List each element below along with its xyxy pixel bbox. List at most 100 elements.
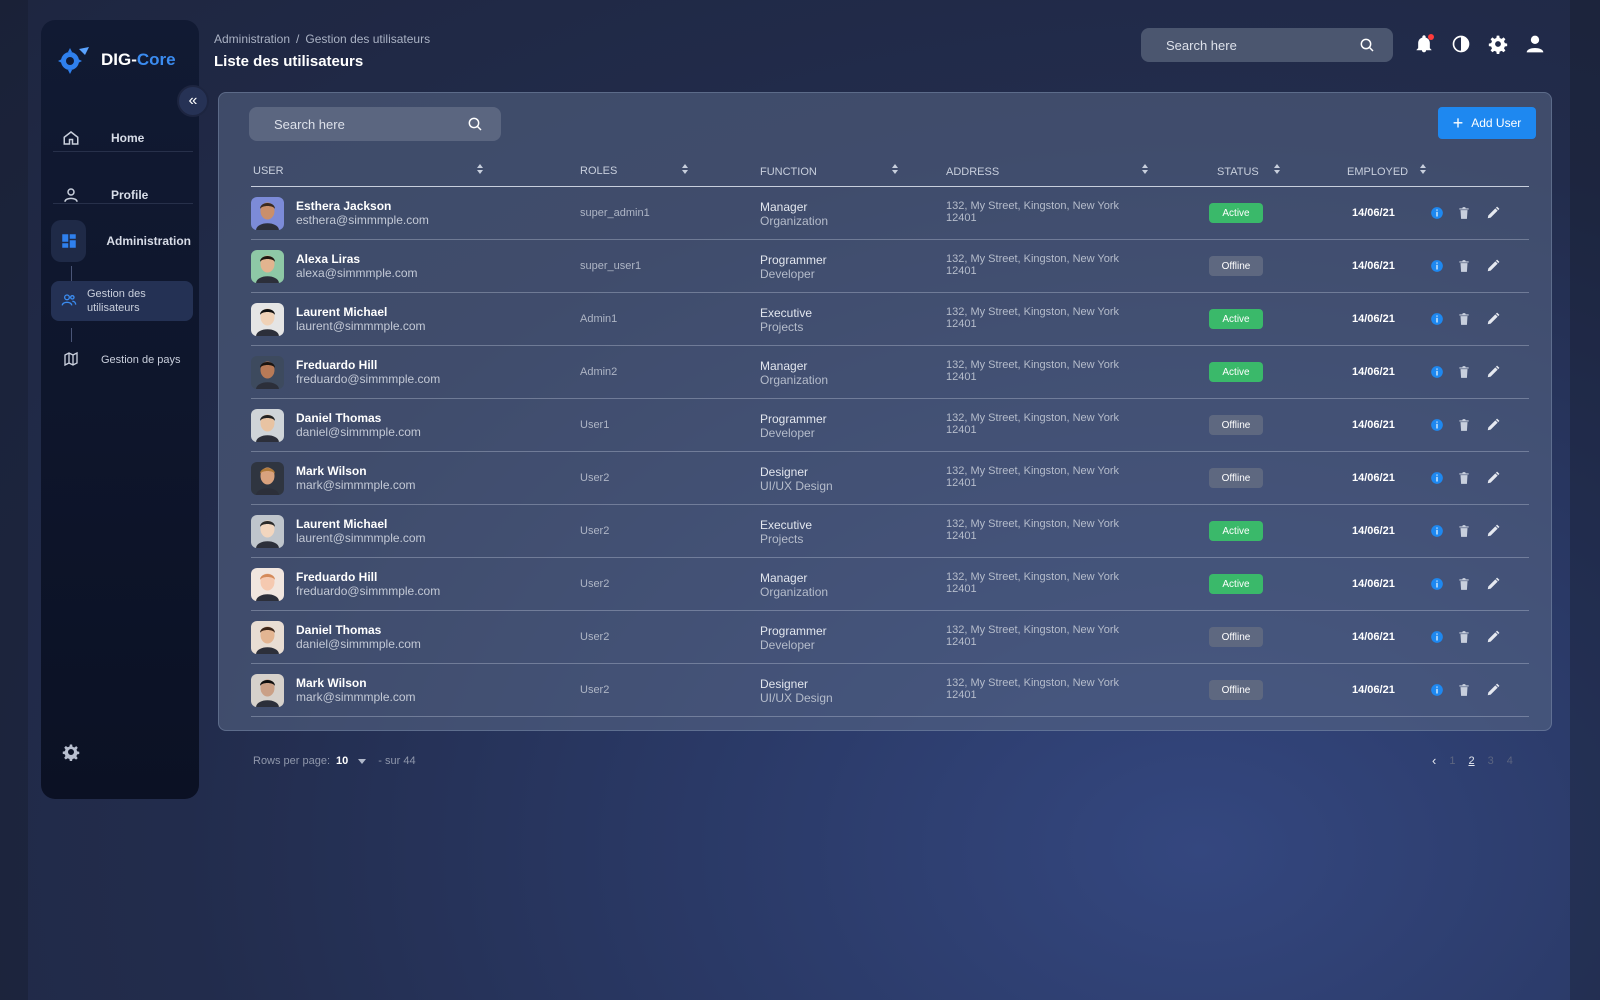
sidebar-subitem-countries[interactable]: Gestion de pays xyxy=(51,345,193,375)
theme-toggle-icon[interactable] xyxy=(1451,34,1471,54)
user-name: Mark Wilson xyxy=(296,676,367,690)
status-badge: Active xyxy=(1209,362,1263,382)
delete-icon[interactable] xyxy=(1457,471,1471,485)
address-zip: 12401 xyxy=(946,636,977,648)
table-row[interactable]: Mark Wilson mark@simmmple.com User2 Desi… xyxy=(251,452,1529,505)
page-4[interactable]: 4 xyxy=(1507,755,1513,767)
rows-per-page: Rows per page: 10 - sur 44 xyxy=(253,755,416,767)
sort-icon[interactable] xyxy=(1419,163,1427,175)
page-2[interactable]: 2 xyxy=(1468,755,1474,767)
edit-icon[interactable] xyxy=(1486,683,1500,697)
delete-icon[interactable] xyxy=(1457,206,1471,220)
delete-icon[interactable] xyxy=(1457,418,1471,432)
user-email: alexa@simmmple.com xyxy=(296,266,418,280)
delete-icon[interactable] xyxy=(1457,683,1471,697)
user-department: UI/UX Design xyxy=(760,691,833,705)
user-role: super_user1 xyxy=(580,260,642,272)
edit-icon[interactable] xyxy=(1486,206,1500,220)
delete-icon[interactable] xyxy=(1457,312,1471,326)
user-function: Programmer xyxy=(760,624,827,638)
sort-icon[interactable] xyxy=(681,163,689,175)
info-icon[interactable] xyxy=(1430,312,1444,326)
table-row[interactable]: Esthera Jackson esthera@simmmple.com sup… xyxy=(251,187,1529,240)
logo[interactable]: DIG-Core xyxy=(55,45,176,75)
info-icon[interactable] xyxy=(1430,418,1444,432)
edit-icon[interactable] xyxy=(1486,312,1500,326)
breadcrumb-item[interactable]: Gestion des utilisateurs xyxy=(305,32,430,46)
info-icon[interactable] xyxy=(1430,206,1444,220)
table-search-input[interactable] xyxy=(274,116,444,132)
column-header-status[interactable]: Status xyxy=(1217,166,1259,178)
nav-divider xyxy=(53,203,193,204)
info-icon[interactable] xyxy=(1430,471,1444,485)
table-row[interactable]: Alexa Liras alexa@simmmple.com super_use… xyxy=(251,240,1529,293)
chevron-left-icon[interactable]: ‹ xyxy=(1432,753,1436,768)
page-3[interactable]: 3 xyxy=(1488,755,1494,767)
info-icon[interactable] xyxy=(1430,577,1444,591)
add-user-button[interactable]: + Add User xyxy=(1438,107,1536,139)
notification-bell-icon[interactable] xyxy=(1414,34,1434,54)
user-role: User2 xyxy=(580,578,610,590)
user-address: 132, My Street, Kingston, New York 12401 xyxy=(946,677,1146,701)
page-1[interactable]: 1 xyxy=(1449,755,1455,767)
table-row[interactable]: Mark Wilson mark@simmmple.com User2 Desi… xyxy=(251,664,1529,717)
global-search-box[interactable] xyxy=(1141,28,1393,62)
breadcrumb-item[interactable]: Administration xyxy=(214,32,290,46)
sort-icon[interactable] xyxy=(891,163,899,175)
settings-icon[interactable] xyxy=(1488,34,1508,54)
column-header-user[interactable]: User xyxy=(253,165,284,177)
column-header-roles[interactable]: Roles xyxy=(580,165,617,177)
global-search-input[interactable] xyxy=(1166,37,1336,53)
sort-icon[interactable] xyxy=(1141,163,1149,175)
dashboard-icon xyxy=(51,220,87,262)
account-icon[interactable] xyxy=(1525,34,1545,54)
table-row[interactable]: Laurent Michael laurent@simmmple.com Adm… xyxy=(251,293,1529,346)
employed-date: 14/06/21 xyxy=(1352,207,1395,219)
info-icon[interactable] xyxy=(1430,524,1444,538)
sidebar-item-profile[interactable]: Profile xyxy=(51,175,191,215)
edit-icon[interactable] xyxy=(1486,418,1500,432)
edit-icon[interactable] xyxy=(1486,524,1500,538)
info-icon[interactable] xyxy=(1430,259,1444,273)
sidebar-item-home[interactable]: Home xyxy=(51,118,191,158)
sidebar-item-administration[interactable]: Administration xyxy=(51,220,191,262)
user-address: 132, My Street, Kingston, New York 12401 xyxy=(946,624,1146,648)
avatar xyxy=(251,250,284,283)
caret-down-icon[interactable] xyxy=(358,758,367,764)
column-header-function[interactable]: Function xyxy=(760,166,817,178)
delete-icon[interactable] xyxy=(1457,524,1471,538)
sidebar-subitem-users[interactable]: Gestion des utilisateurs xyxy=(51,281,193,321)
column-header-address[interactable]: Address xyxy=(946,166,999,178)
settings-gear-icon[interactable] xyxy=(62,743,80,761)
user-function: Executive xyxy=(760,306,813,320)
edit-icon[interactable] xyxy=(1486,471,1500,485)
user-function: Designer xyxy=(760,465,809,479)
sort-icon[interactable] xyxy=(1273,163,1281,175)
edit-icon[interactable] xyxy=(1486,259,1500,273)
collapse-sidebar-button[interactable]: « xyxy=(177,85,209,117)
delete-icon[interactable] xyxy=(1457,259,1471,273)
plus-icon: + xyxy=(1452,113,1464,133)
info-icon[interactable] xyxy=(1430,683,1444,697)
edit-icon[interactable] xyxy=(1486,365,1500,379)
table-row[interactable]: Laurent Michael laurent@simmmple.com Use… xyxy=(251,505,1529,558)
user-address: 132, My Street, Kingston, New York 12401 xyxy=(946,253,1146,277)
edit-icon[interactable] xyxy=(1486,630,1500,644)
rows-per-page-value[interactable]: 10 xyxy=(336,755,348,767)
search-icon[interactable] xyxy=(1359,37,1375,53)
delete-icon[interactable] xyxy=(1457,577,1471,591)
column-header-employed[interactable]: Employed xyxy=(1347,166,1408,178)
table-row[interactable]: Freduardo Hill freduardo@simmmple.com Ad… xyxy=(251,346,1529,399)
edit-icon[interactable] xyxy=(1486,577,1500,591)
table-row[interactable]: Freduardo Hill freduardo@simmmple.com Us… xyxy=(251,558,1529,611)
table-row[interactable]: Daniel Thomas daniel@simmmple.com User2 … xyxy=(251,611,1529,664)
breadcrumb-separator: / xyxy=(296,32,300,46)
info-icon[interactable] xyxy=(1430,365,1444,379)
search-icon[interactable] xyxy=(467,116,483,132)
sort-icon[interactable] xyxy=(476,163,484,175)
delete-icon[interactable] xyxy=(1457,630,1471,644)
table-row[interactable]: Daniel Thomas daniel@simmmple.com User1 … xyxy=(251,399,1529,452)
delete-icon[interactable] xyxy=(1457,365,1471,379)
info-icon[interactable] xyxy=(1430,630,1444,644)
table-search-box[interactable] xyxy=(249,107,501,141)
